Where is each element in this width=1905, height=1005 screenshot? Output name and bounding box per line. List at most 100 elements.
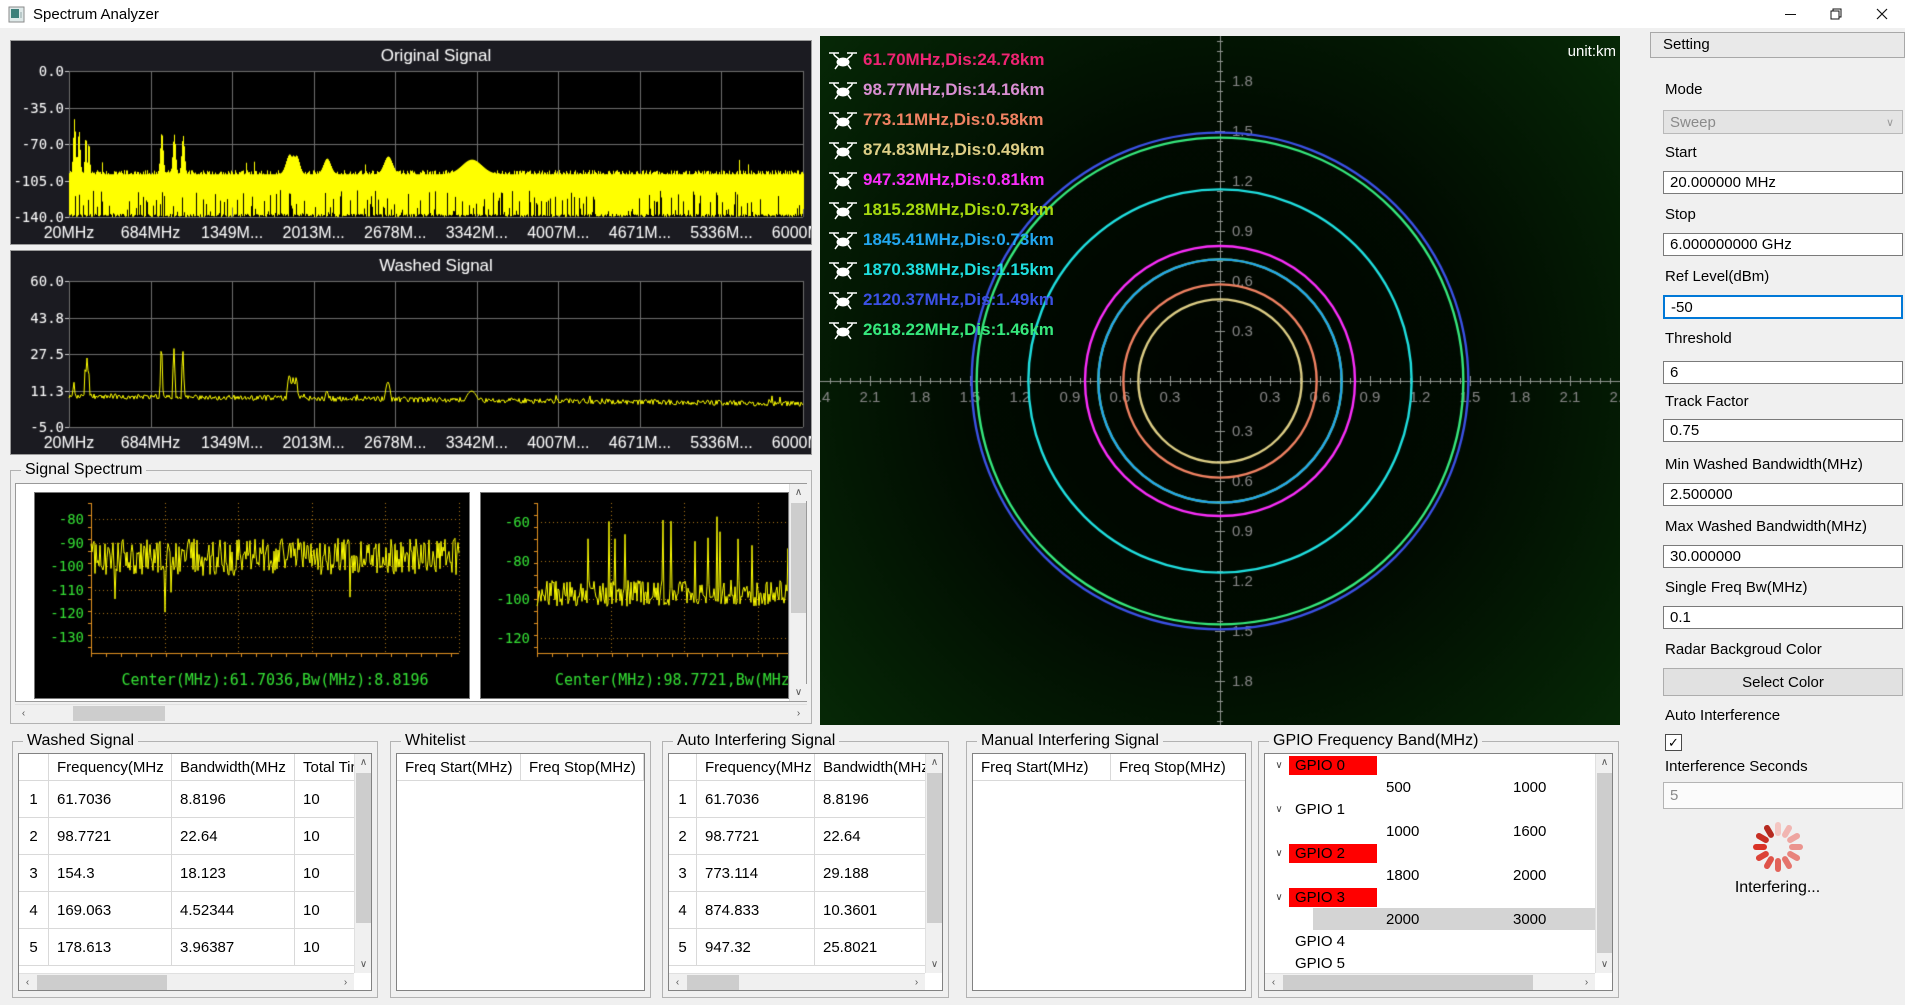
scroll-up-icon[interactable]: ∧ <box>790 484 807 501</box>
scroll-down-icon[interactable]: ∨ <box>790 684 807 701</box>
gpio-range-stop[interactable]: 1600 <box>1513 823 1593 840</box>
gpio-range-stop[interactable]: 2000 <box>1513 867 1593 884</box>
scrollbar-thumb[interactable] <box>927 773 942 923</box>
gpio-item-row[interactable]: ∨GPIO 3 <box>1265 886 1595 908</box>
table-row[interactable]: 3773.11429.188 <box>669 855 925 892</box>
max-washed-bandwidth-field[interactable]: 30.000000 <box>1663 545 1903 568</box>
row-number-header[interactable] <box>669 754 697 780</box>
vertical-scrollbar[interactable]: ∧∨ <box>789 484 806 701</box>
gpio-range-row[interactable]: 1000 1600 <box>1265 820 1595 842</box>
row-number[interactable]: 1 <box>669 781 697 817</box>
table-cell[interactable]: 10.3601 <box>815 892 925 928</box>
scroll-left-icon[interactable]: ‹ <box>15 705 32 722</box>
gpio-range-start[interactable]: 500 <box>1386 779 1506 796</box>
scroll-right-icon[interactable]: › <box>908 974 925 991</box>
scroll-right-icon[interactable]: › <box>1578 974 1595 991</box>
scroll-up-icon[interactable]: ∧ <box>1596 754 1613 771</box>
scrollbar-thumb[interactable] <box>73 706 165 721</box>
scroll-up-icon[interactable]: ∧ <box>355 754 372 771</box>
minimize-button[interactable] <box>1767 0 1813 28</box>
horizontal-scrollbar[interactable]: ‹› <box>669 973 925 990</box>
row-number[interactable]: 4 <box>19 892 49 928</box>
table-cell[interactable]: 10 <box>295 855 354 891</box>
table-row[interactable]: 161.70368.8196 <box>669 781 925 818</box>
table-cell[interactable]: 61.7036 <box>49 781 172 817</box>
gpio-range-start[interactable]: 1000 <box>1386 823 1506 840</box>
tree-expand-icon[interactable]: ∨ <box>1271 760 1287 771</box>
column-header[interactable]: Freq Start(MHz) <box>973 754 1111 780</box>
gpio-range-stop[interactable]: 1000 <box>1513 779 1593 796</box>
table-cell[interactable]: 10 <box>295 818 354 854</box>
table-cell[interactable]: 154.3 <box>49 855 172 891</box>
scroll-right-icon[interactable]: › <box>790 705 807 722</box>
table-cell[interactable]: 947.32 <box>697 929 815 965</box>
close-button[interactable] <box>1859 0 1905 28</box>
gpio-range-start[interactable]: 2000 <box>1386 911 1506 928</box>
gpio-item-label[interactable]: GPIO 2 <box>1289 844 1377 863</box>
table-row[interactable]: 161.70368.819610 <box>19 781 354 818</box>
row-number[interactable]: 5 <box>19 929 49 965</box>
gpio-item-label[interactable]: GPIO 3 <box>1289 888 1377 907</box>
table-cell[interactable]: 4.52344 <box>172 892 295 928</box>
scroll-down-icon[interactable]: ∨ <box>355 956 372 973</box>
vertical-scrollbar[interactable]: ∧∨ <box>1595 754 1612 973</box>
table-cell[interactable]: 10 <box>295 781 354 817</box>
scrollbar-thumb[interactable] <box>687 975 739 990</box>
vertical-scrollbar[interactable]: ∧∨ <box>354 754 371 973</box>
select-color-button[interactable]: Select Color <box>1663 668 1903 696</box>
row-number[interactable]: 4 <box>669 892 697 928</box>
table-row[interactable]: 298.772122.64 <box>669 818 925 855</box>
gpio-range-row[interactable]: 20003000 <box>1265 908 1595 930</box>
table-cell[interactable]: 3.96387 <box>172 929 295 965</box>
table-cell[interactable]: 773.114 <box>697 855 815 891</box>
ref-level-field[interactable]: -50 <box>1663 295 1903 319</box>
scrollbar-thumb[interactable] <box>1597 773 1612 953</box>
tree-expand-icon[interactable]: ∨ <box>1271 804 1287 815</box>
row-number[interactable]: 3 <box>669 855 697 891</box>
horizontal-scrollbar[interactable]: ‹› <box>1265 973 1595 990</box>
mode-combobox[interactable]: Sweep ∨ <box>1663 110 1903 134</box>
tree-expand-icon[interactable]: ∨ <box>1271 848 1287 859</box>
table-cell[interactable]: 98.7721 <box>49 818 172 854</box>
column-header[interactable]: Frequency(MHz <box>697 754 815 780</box>
scrollbar-thumb[interactable] <box>1283 975 1533 990</box>
gpio-item-row[interactable]: ∨GPIO 0 <box>1265 754 1595 776</box>
table-cell[interactable]: 22.64 <box>172 818 295 854</box>
column-header[interactable]: Freq Stop(MHz) <box>521 754 644 780</box>
scrollbar-thumb[interactable] <box>37 975 167 990</box>
gpio-item-row[interactable]: GPIO 4 <box>1265 930 1595 952</box>
min-washed-bandwidth-field[interactable]: 2.500000 <box>1663 483 1903 506</box>
scroll-left-icon[interactable]: ‹ <box>1265 974 1282 991</box>
row-number[interactable]: 1 <box>19 781 49 817</box>
threshold-field[interactable]: 6 <box>1663 361 1903 384</box>
interference-seconds-field[interactable]: 5 <box>1663 782 1903 809</box>
gpio-range-row[interactable]: 18002000 <box>1265 864 1595 886</box>
scroll-down-icon[interactable]: ∨ <box>926 956 943 973</box>
column-header[interactable]: Freq Stop(MHz) <box>1111 754 1245 780</box>
table-cell[interactable]: 25.8021 <box>815 929 925 965</box>
track-factor-field[interactable]: 0.75 <box>1663 419 1903 442</box>
table-cell[interactable]: 874.833 <box>697 892 815 928</box>
row-number[interactable]: 2 <box>669 818 697 854</box>
table-cell[interactable]: 169.063 <box>49 892 172 928</box>
column-header[interactable]: Freq Start(MHz) <box>397 754 521 780</box>
row-number[interactable]: 3 <box>19 855 49 891</box>
column-header[interactable]: Total Tim <box>295 754 354 780</box>
gpio-item-label[interactable]: GPIO 4 <box>1289 932 1351 951</box>
auto-interference-checkbox[interactable]: ✓ <box>1665 734 1682 751</box>
table-cell[interactable]: 178.613 <box>49 929 172 965</box>
horizontal-scrollbar[interactable]: ‹› <box>19 973 354 990</box>
scroll-right-icon[interactable]: › <box>337 974 354 991</box>
scrollbar-thumb[interactable] <box>356 773 371 923</box>
scroll-up-icon[interactable]: ∧ <box>926 754 943 771</box>
column-header[interactable]: Bandwidth(MHz <box>172 754 295 780</box>
table-row[interactable]: 298.772122.6410 <box>19 818 354 855</box>
stop-field[interactable]: 6.000000000 GHz <box>1663 233 1903 256</box>
gpio-item-row[interactable]: ∨GPIO 1 <box>1265 798 1595 820</box>
table-cell[interactable]: 10 <box>295 892 354 928</box>
gpio-range-row[interactable]: 500 1000 <box>1265 776 1595 798</box>
table-cell[interactable]: 8.8196 <box>815 781 925 817</box>
table-cell[interactable]: 10 <box>295 929 354 965</box>
scrollbar-thumb[interactable] <box>791 503 806 613</box>
tree-expand-icon[interactable]: ∨ <box>1271 892 1287 903</box>
